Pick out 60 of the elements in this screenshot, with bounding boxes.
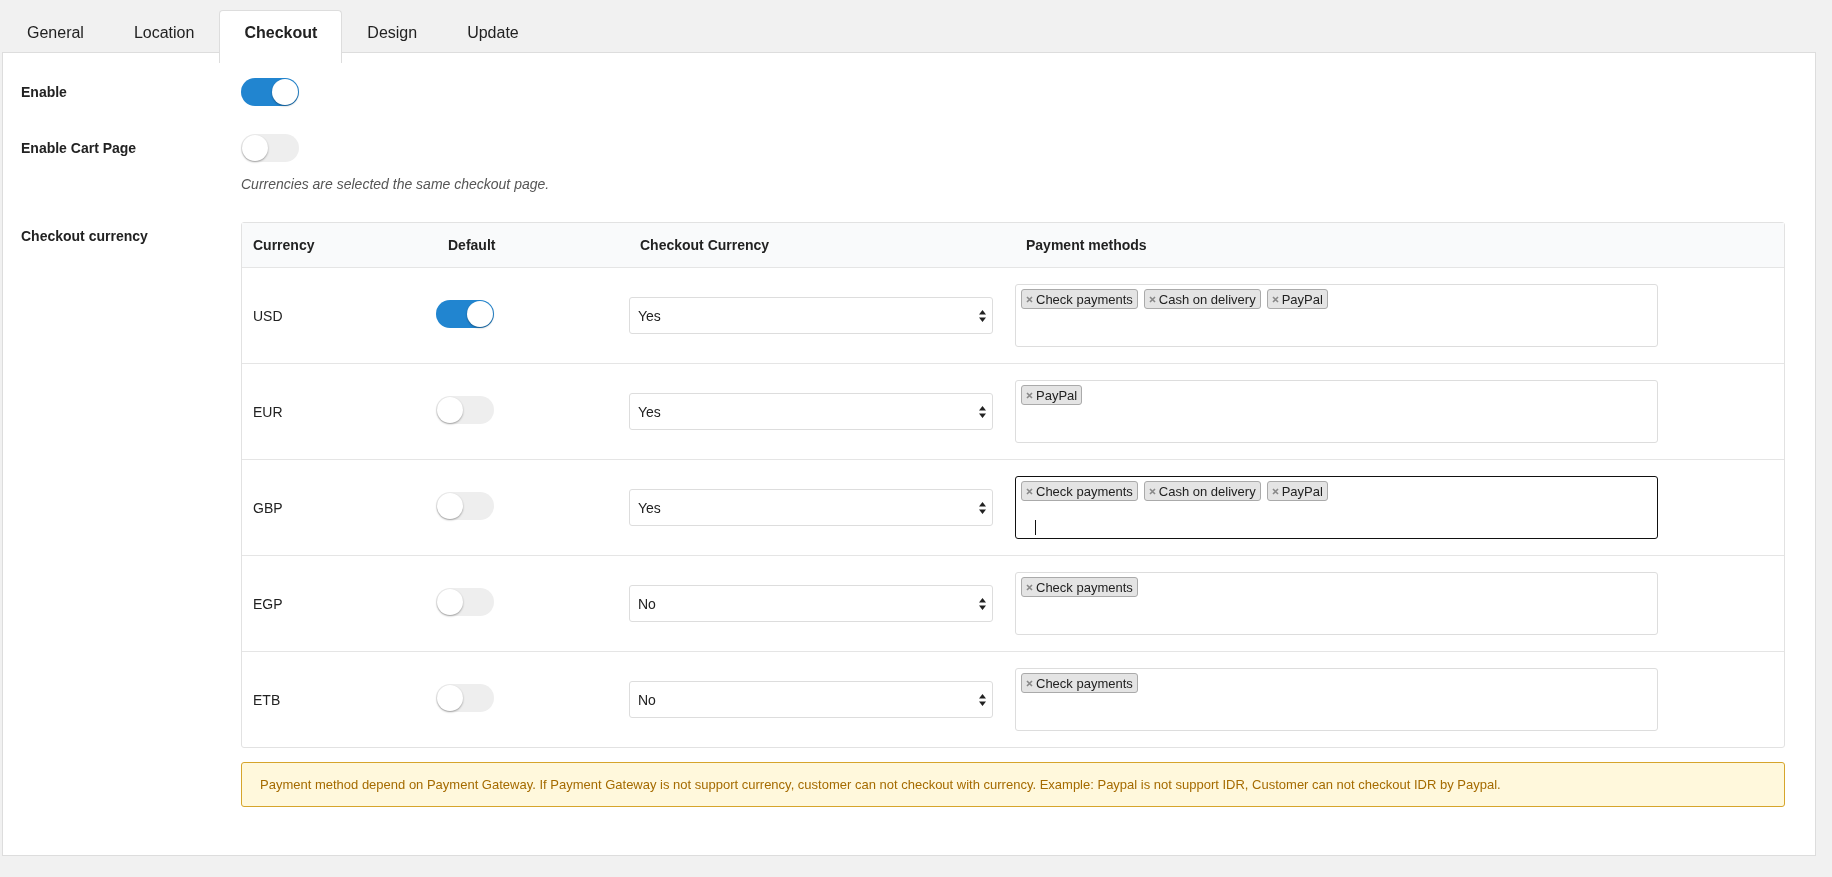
checkout-currency-select[interactable]: Yes bbox=[629, 393, 993, 430]
select-arrows-icon bbox=[979, 309, 986, 322]
notice-message: Payment method depend on Payment Gateway. If Payment Gateway is not support currency, customer can not checkout with currency. Example: Paypal is not support IDR, Customer can not checkout IDR by Paypal. bbox=[241, 762, 1785, 807]
setting-label: Enable bbox=[21, 83, 68, 102]
help-text: Currencies are selected the same checkout page. bbox=[241, 176, 551, 192]
remove-icon[interactable] bbox=[1148, 487, 1156, 495]
toggle-switch[interactable] bbox=[436, 491, 494, 520]
payment-methods-field[interactable]: Check payments bbox=[1015, 668, 1658, 731]
currency-code: GBP bbox=[252, 499, 284, 516]
checkout-currency-select[interactable]: No bbox=[629, 585, 993, 622]
tab[interactable]: Location bbox=[108, 10, 220, 63]
payment-method-tag[interactable]: Cash on delivery bbox=[1143, 289, 1261, 309]
payment-method-tag[interactable]: Check payments bbox=[1021, 577, 1138, 597]
toggle-switch[interactable] bbox=[436, 299, 494, 328]
payment-methods-field[interactable]: Check payments Cash on delivery PayPal bbox=[1015, 476, 1658, 539]
setting-label: Checkout currency bbox=[21, 227, 149, 246]
remove-icon[interactable] bbox=[1271, 295, 1279, 303]
select-arrows-icon bbox=[979, 405, 986, 418]
currency-code: EUR bbox=[252, 403, 284, 420]
tab[interactable]: Checkout bbox=[219, 10, 343, 63]
checkout-currency-select[interactable]: No bbox=[629, 681, 993, 718]
tab[interactable]: Design bbox=[342, 10, 443, 63]
checkout-currency-select[interactable]: Yes bbox=[629, 489, 993, 526]
toggle-switch[interactable] bbox=[241, 78, 299, 106]
payment-methods-field[interactable]: PayPal bbox=[1015, 380, 1658, 443]
payment-methods-field[interactable]: Check payments bbox=[1015, 572, 1658, 635]
payment-method-tag[interactable]: PayPal bbox=[1266, 481, 1328, 501]
remove-icon[interactable] bbox=[1271, 487, 1279, 495]
currency-code: EGP bbox=[252, 595, 284, 612]
payment-method-tag[interactable]: Check payments bbox=[1021, 673, 1138, 693]
payment-method-tag[interactable]: PayPal bbox=[1021, 385, 1083, 405]
payment-method-tag[interactable]: Check payments bbox=[1021, 289, 1138, 309]
remove-icon[interactable] bbox=[1148, 295, 1156, 303]
payment-method-tag[interactable]: PayPal bbox=[1266, 289, 1328, 309]
column-header: Payment methods bbox=[1025, 237, 1148, 253]
select-arrows-icon bbox=[979, 693, 986, 706]
toggle-switch[interactable] bbox=[436, 587, 494, 616]
currency-code: USD bbox=[252, 307, 284, 324]
toggle-switch[interactable] bbox=[436, 683, 494, 712]
payment-methods-field[interactable]: Check payments Cash on delivery PayPal bbox=[1015, 284, 1658, 347]
remove-icon[interactable] bbox=[1026, 295, 1033, 303]
toggle-switch[interactable] bbox=[241, 134, 299, 162]
tab[interactable]: Update bbox=[442, 10, 544, 63]
column-header: Checkout Currency bbox=[639, 237, 771, 253]
tab[interactable]: General bbox=[2, 10, 109, 63]
currency-code: ETB bbox=[252, 691, 282, 708]
select-arrows-icon bbox=[979, 597, 986, 610]
payment-method-tag[interactable]: Cash on delivery bbox=[1143, 481, 1261, 501]
column-header: Default bbox=[447, 237, 497, 253]
select-arrows-icon bbox=[979, 501, 986, 514]
checkout-currency-select[interactable]: Yes bbox=[629, 297, 993, 334]
setting-label: Enable Cart Page bbox=[21, 139, 138, 158]
remove-icon[interactable] bbox=[1026, 583, 1033, 591]
remove-icon[interactable] bbox=[1026, 487, 1033, 495]
remove-icon[interactable] bbox=[1026, 679, 1033, 687]
toggle-switch[interactable] bbox=[436, 395, 494, 424]
column-header: Currency bbox=[252, 237, 316, 253]
text-cursor bbox=[1035, 520, 1036, 535]
payment-method-tag[interactable]: Check payments bbox=[1021, 481, 1138, 501]
remove-icon[interactable] bbox=[1026, 391, 1033, 399]
